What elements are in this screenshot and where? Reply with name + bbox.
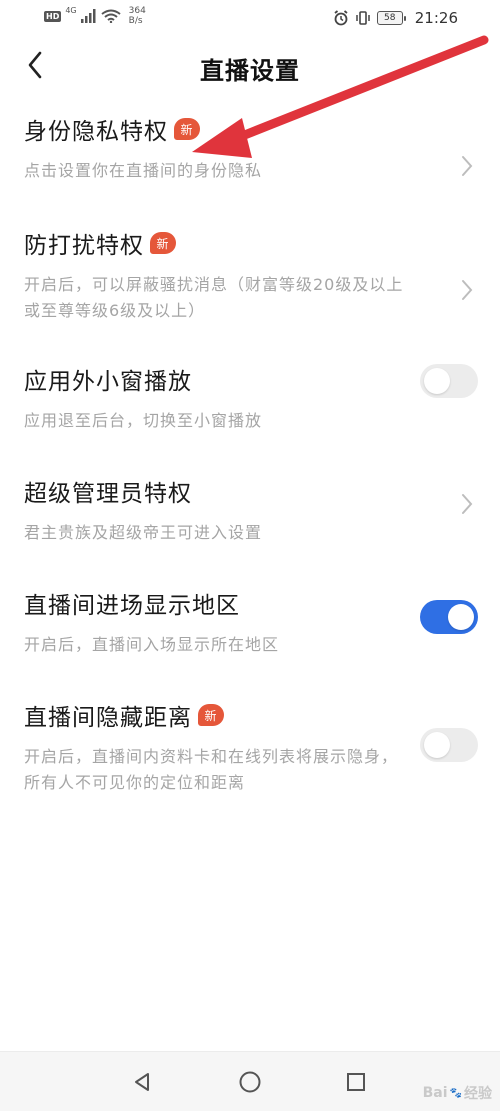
new-badge: 新 <box>198 704 224 726</box>
battery-level: 58 <box>384 13 396 23</box>
wifi-icon <box>101 9 121 23</box>
chevron-right-icon[interactable] <box>460 278 474 302</box>
toggle-knob <box>448 604 474 630</box>
settings-list: 身份隐私特权 新 点击设置你在直播间的身份隐私 防打扰特权 新 开启后，可以屏蔽… <box>0 112 500 808</box>
triangle-back-icon <box>135 1073 149 1091</box>
header: 直播设置 <box>0 40 500 92</box>
nav-recents-button[interactable] <box>338 1064 374 1100</box>
setting-super-admin[interactable]: 超级管理员特权 君主贵族及超级帝王可进入设置 <box>0 474 500 586</box>
setting-identity-privacy[interactable]: 身份隐私特权 新 点击设置你在直播间的身份隐私 <box>0 112 500 226</box>
clock: 21:26 <box>414 9 458 27</box>
setting-title-text: 超级管理员特权 <box>24 481 192 507</box>
setting-title-text: 防打扰特权 <box>24 233 144 259</box>
setting-hide-distance[interactable]: 直播间隐藏距离 新 开启后，直播间内资料卡和在线列表将展示隐身，所有人不可见你的… <box>0 698 500 808</box>
hd-badge: HD <box>44 10 62 22</box>
setting-title-text: 直播间隐藏距离 <box>24 705 192 731</box>
watermark-text: Bai <box>422 1085 448 1101</box>
setting-title-text: 直播间进场显示地区 <box>24 593 240 619</box>
setting-title-text: 应用外小窗播放 <box>24 369 192 395</box>
nav-back-button[interactable] <box>124 1064 160 1100</box>
battery-icon: 58 <box>376 11 406 25</box>
setting-title: 身份隐私特权 新 <box>24 112 476 146</box>
chevron-right-icon[interactable] <box>460 154 474 178</box>
new-badge: 新 <box>174 118 200 140</box>
setting-title: 直播间隐藏距离 新 <box>24 698 476 732</box>
new-badge: 新 <box>150 232 176 254</box>
toggle-knob <box>424 368 450 394</box>
setting-title: 超级管理员特权 <box>24 474 476 508</box>
chevron-right-icon[interactable] <box>460 492 474 516</box>
watermark-text-2: 经验 <box>464 1086 492 1102</box>
setting-subtitle: 应用退至后台，切换至小窗播放 <box>24 411 263 430</box>
hide-distance-toggle[interactable] <box>420 728 478 762</box>
speed-value: 364 <box>128 6 146 16</box>
network-type: 4G <box>65 5 77 15</box>
setting-title: 防打扰特权 新 <box>24 226 476 260</box>
setting-do-not-disturb[interactable]: 防打扰特权 新 开启后，可以屏蔽骚扰消息（财富等级20级及以上或至尊等级6级及以… <box>0 226 500 362</box>
network-speed: 364 B/s <box>129 6 146 26</box>
setting-subtitle: 点击设置你在直播间的身份隐私 <box>24 161 263 180</box>
status-bar: HD 4G 364 B/s 58 21:26 <box>0 0 500 36</box>
system-nav-bar: Bai 🐾 经验 <box>0 1051 500 1111</box>
setting-subtitle: 开启后，直播间内资料卡和在线列表将展示隐身，所有人不可见你的定位和距离 <box>24 747 399 792</box>
cellular-signal-icon <box>80 9 96 23</box>
setting-subtitle: 君主贵族及超级帝王可进入设置 <box>24 523 263 542</box>
setting-floating-window[interactable]: 应用外小窗播放 应用退至后台，切换至小窗播放 <box>0 362 500 474</box>
setting-title-text: 身份隐私特权 <box>24 119 168 145</box>
circle-home-icon <box>239 1071 261 1093</box>
paw-icon: 🐾 <box>449 1087 462 1099</box>
watermark: Bai 🐾 经验 <box>423 1083 492 1103</box>
floating-window-toggle[interactable] <box>420 364 478 398</box>
speed-unit: B/s <box>128 16 143 26</box>
setting-title: 直播间进场显示地区 <box>24 586 476 620</box>
toggle-knob <box>424 732 450 758</box>
alarm-icon <box>334 10 348 26</box>
setting-title: 应用外小窗播放 <box>24 362 476 396</box>
setting-show-region[interactable]: 直播间进场显示地区 开启后，直播间入场显示所在地区 <box>0 586 500 698</box>
show-region-toggle[interactable] <box>420 600 478 634</box>
nav-home-button[interactable] <box>232 1064 268 1100</box>
page-title: 直播设置 <box>200 57 300 85</box>
vibrate-icon <box>356 11 370 25</box>
square-recents-icon <box>347 1073 365 1091</box>
setting-subtitle: 开启后，可以屏蔽骚扰消息（财富等级20级及以上或至尊等级6级及以上） <box>24 275 404 320</box>
setting-subtitle: 开启后，直播间入场显示所在地区 <box>24 635 280 654</box>
